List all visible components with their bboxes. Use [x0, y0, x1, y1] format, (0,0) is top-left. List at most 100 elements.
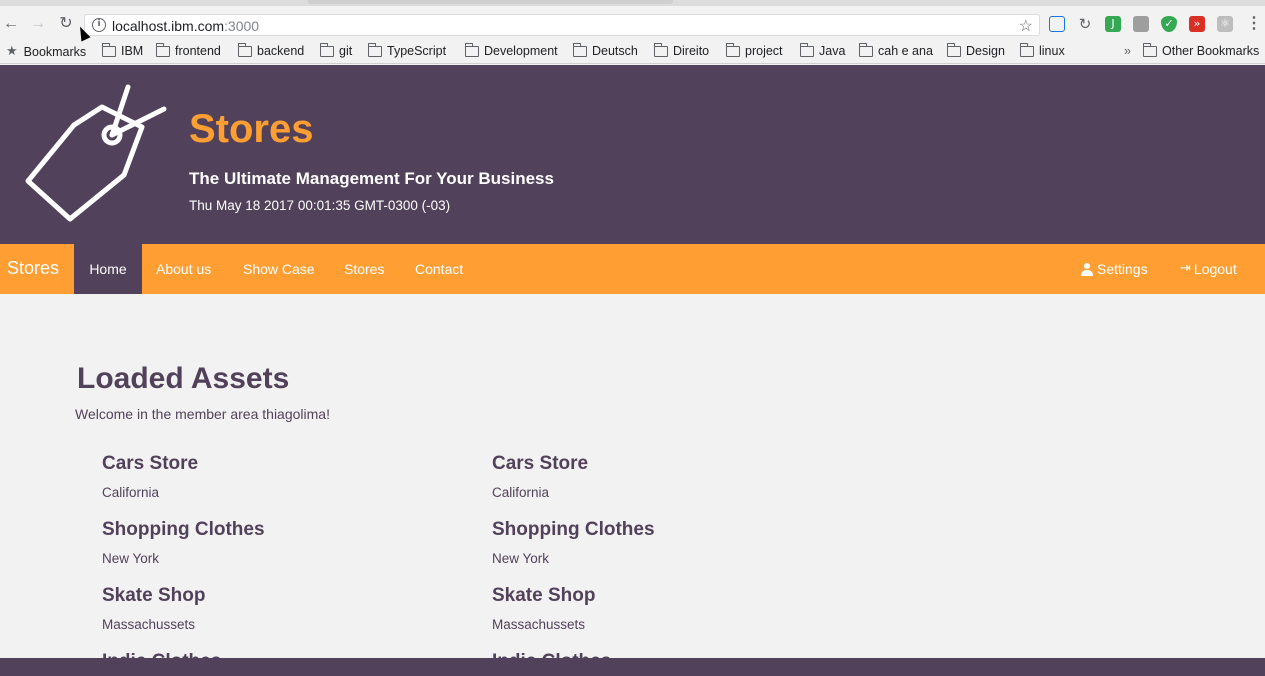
store-name[interactable]: Skate Shop [492, 585, 595, 607]
bookmark-folder[interactable]: IBM [102, 42, 144, 58]
bookmark-folder[interactable]: frontend [156, 42, 221, 58]
green-extension-icon[interactable]: J [1105, 16, 1121, 32]
folder-icon [573, 42, 587, 57]
gray-extension-icon[interactable] [1133, 16, 1149, 32]
store-item: Skate Shop Massachussets [102, 585, 205, 632]
bookmark-folder[interactable]: Java [800, 42, 846, 58]
folder-icon [859, 42, 873, 57]
bookmark-folder[interactable]: TypeScript [368, 42, 447, 58]
address-bar[interactable]: i localhost.ibm.com:3000 ☆ [84, 14, 1040, 36]
store-location: Massachussets [492, 617, 586, 632]
nav-item-about[interactable]: About us [156, 244, 211, 294]
site-subtitle: The Ultimate Management For Your Busines… [189, 169, 554, 188]
other-bookmarks-folder[interactable]: Other Bookmarks [1143, 42, 1260, 58]
store-location: New York [492, 551, 550, 566]
bookmarks-bar: ★ Bookmarks IBM frontend backend git Type… [0, 40, 1265, 64]
bookmark-folder-label: Java [819, 44, 846, 58]
bookmark-folder-label: frontend [175, 44, 221, 58]
bookmark-folder[interactable]: cah e ana [859, 42, 933, 58]
bookmark-folder-label: Development [484, 44, 558, 58]
current-datetime: Thu May 18 2017 00:01:35 GMT-0300 (-03) [189, 198, 451, 213]
folder-icon [156, 42, 170, 57]
nav-item-stores[interactable]: Stores [344, 244, 384, 294]
nav-item-home[interactable]: Home [74, 244, 142, 294]
store-item: Cars Store California [492, 453, 588, 500]
browser-toolbar: ← → ↻ i localhost.ibm.com:3000 ☆ ↻ J ✓ »… [0, 6, 1265, 40]
store-name[interactable]: Shopping Clothes [492, 519, 655, 541]
site-title: Stores [189, 107, 314, 151]
folder-icon [238, 42, 252, 57]
star-icon[interactable]: ☆ [1019, 16, 1033, 36]
settings-link[interactable]: Settings [1081, 244, 1148, 294]
other-bookmarks-label: Other Bookmarks [1162, 44, 1260, 58]
bookmark-folder[interactable]: project [726, 42, 783, 58]
store-name[interactable]: Cars Store [492, 453, 588, 475]
url-port: :3000 [224, 18, 260, 34]
store-name[interactable]: Shopping Clothes [102, 519, 265, 541]
main-navbar: Stores Home About us Show Case Stores Co… [0, 244, 1265, 294]
folder-icon [1143, 42, 1157, 57]
user-icon [1081, 262, 1093, 276]
menu-icon[interactable]: ⋮ [1244, 14, 1264, 34]
bookmarks-overflow-button[interactable]: » [1124, 44, 1131, 58]
store-location: New York [102, 551, 160, 566]
login-icon: ⇥ [1180, 261, 1191, 276]
store-location: California [102, 485, 160, 500]
navbar-brand[interactable]: Stores [7, 258, 59, 279]
bookmark-folder[interactable]: linux [1020, 42, 1065, 58]
bookmark-folder-label: linux [1039, 44, 1065, 58]
store-item: Shopping Clothes New York [492, 519, 655, 566]
folder-icon [368, 42, 382, 57]
back-icon[interactable]: ← [1, 14, 21, 34]
store-item: Shopping Clothes New York [102, 519, 265, 566]
active-tab[interactable] [308, 0, 673, 4]
nav-item-showcase[interactable]: Show Case [243, 244, 315, 294]
bookmark-folder-label: cah e ana [878, 44, 933, 58]
folder-icon [947, 42, 961, 57]
store-name[interactable]: Cars Store [102, 453, 198, 475]
refresh-extension-icon[interactable]: ↻ [1077, 16, 1093, 32]
bookmark-folder-label: project [745, 44, 783, 58]
bookmark-folder[interactable]: Design [947, 42, 1005, 58]
folder-icon [465, 42, 479, 57]
bookmark-folder[interactable]: backend [238, 42, 305, 58]
screenshot-extension-icon[interactable] [1049, 16, 1065, 32]
bookmark-folder[interactable]: Deutsch [573, 42, 638, 58]
bookmark-folder-label: TypeScript [387, 44, 447, 58]
page-title: Loaded Assets [77, 362, 290, 395]
bookmark-folder[interactable]: Development [465, 42, 558, 58]
page-footer [0, 658, 1265, 676]
logout-label: Logout [1193, 261, 1237, 277]
bookmark-folder-label: IBM [121, 44, 144, 58]
reload-icon[interactable]: ↻ [56, 14, 76, 34]
bookmark-folder-label: Deutsch [592, 44, 638, 58]
forward-icon[interactable]: → [28, 14, 48, 34]
info-icon[interactable]: i [92, 18, 106, 32]
settings-label: Settings [1097, 261, 1148, 277]
nav-item-contact[interactable]: Contact [415, 244, 463, 294]
folder-icon [320, 42, 334, 57]
bookmark-folder-label: backend [257, 44, 305, 58]
url-text[interactable]: localhost.ibm.com:3000 [112, 18, 259, 34]
red-extension-icon[interactable]: » [1189, 16, 1205, 32]
tag-icon [25, 84, 167, 222]
bookmark-folder-label: Design [966, 44, 1005, 58]
folder-icon [726, 42, 740, 57]
site-header: Stores The Ultimate Management For Your … [0, 65, 1265, 244]
store-name[interactable]: Skate Shop [102, 585, 205, 607]
shield-extension-icon[interactable]: ✓ [1161, 16, 1177, 32]
folder-icon [102, 42, 116, 57]
store-location: Massachussets [102, 617, 196, 632]
bookmarks-button[interactable]: ★ Bookmarks [6, 44, 86, 59]
bookmark-folder[interactable]: Direito [654, 42, 709, 58]
store-item: Skate Shop Massachussets [492, 585, 595, 632]
bookmark-folder[interactable]: git [320, 42, 352, 58]
logout-link[interactable]: ⇥ Logout [1180, 244, 1237, 294]
folder-icon [800, 42, 814, 57]
folder-icon [654, 42, 668, 57]
react-extension-icon[interactable]: ⚛ [1217, 16, 1233, 32]
bookmarks-label: Bookmarks [23, 44, 87, 59]
store-item: Cars Store California [102, 453, 198, 500]
store-location: California [492, 485, 550, 500]
folder-icon [1020, 42, 1034, 57]
